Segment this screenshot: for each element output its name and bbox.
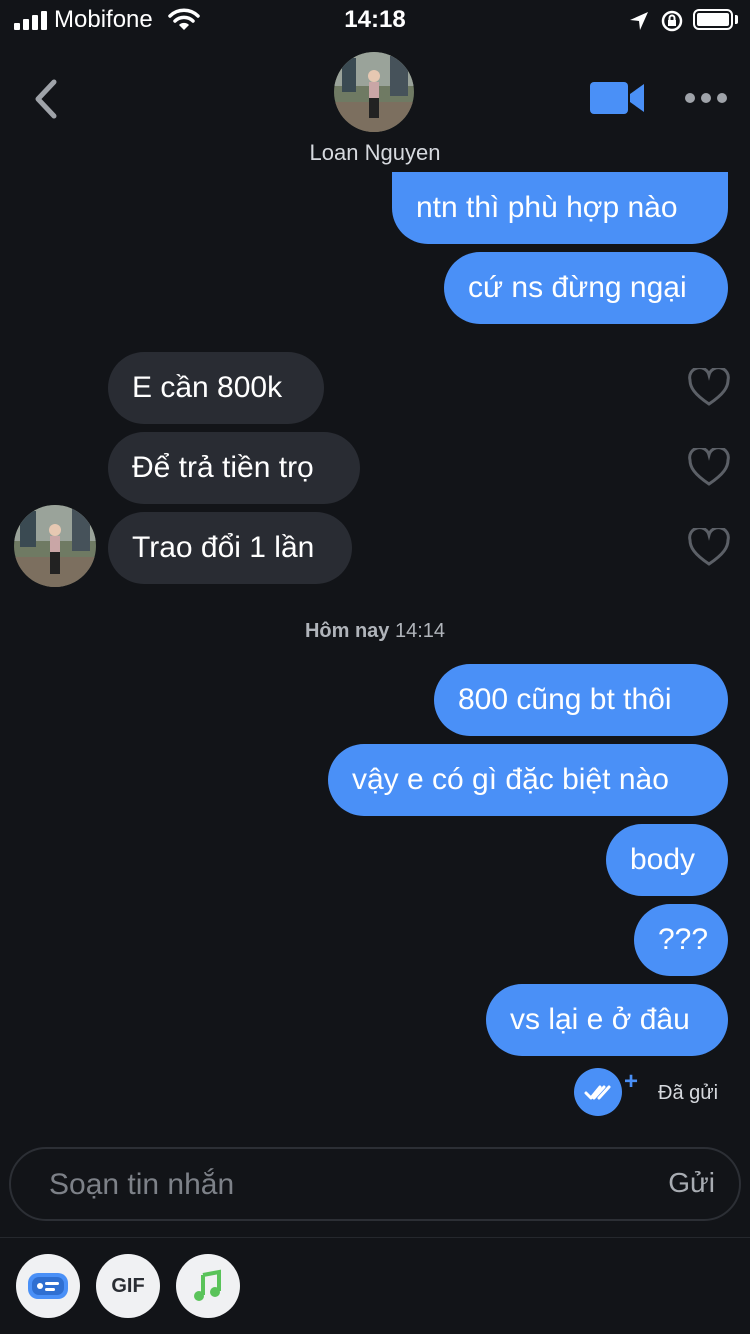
incoming-message[interactable]: Trao đổi 1 lần <box>108 512 352 584</box>
plus-icon: + <box>624 1068 639 1095</box>
contact-avatar-small[interactable] <box>14 505 96 587</box>
toolbar-divider <box>0 1237 750 1238</box>
music-note-icon <box>194 1269 221 1301</box>
heart-icon[interactable] <box>688 368 730 408</box>
music-button[interactable] <box>176 1254 240 1318</box>
outgoing-message[interactable]: 800 cũng bt thôi <box>434 664 728 736</box>
sent-status: Đã gửi <box>658 1082 719 1104</box>
divider-time: 14:14 <box>394 620 446 642</box>
location-arrow-icon <box>630 12 648 30</box>
contact-name[interactable]: Loan Nguyen <box>0 140 750 166</box>
contact-avatar[interactable] <box>334 52 414 132</box>
rotation-lock-icon <box>661 10 683 32</box>
divider-day: Hôm nay <box>304 620 390 642</box>
send-button[interactable]: Gửi <box>668 1167 715 1199</box>
back-chevron-icon[interactable] <box>28 76 68 122</box>
incoming-message[interactable]: Để trả tiền trọ <box>108 432 360 504</box>
outgoing-message[interactable]: ntn thì phù hợp nào <box>392 172 728 244</box>
card-button[interactable] <box>16 1254 80 1318</box>
outgoing-message[interactable]: ??? <box>634 904 728 976</box>
message-input[interactable] <box>47 1149 611 1221</box>
battery-icon <box>693 9 733 30</box>
heart-icon[interactable] <box>688 448 730 488</box>
message-composer: Gửi <box>9 1147 741 1221</box>
gif-button[interactable]: GIF <box>96 1254 160 1318</box>
gif-label: GIF <box>111 1274 145 1297</box>
battery-tip <box>735 15 738 24</box>
incoming-message[interactable]: E cần 800k <box>108 352 324 424</box>
outgoing-message[interactable]: vậy e có gì đặc biệt nào <box>328 744 728 816</box>
more-options-icon[interactable] <box>684 90 728 106</box>
status-bar: Mobifone 14:18 <box>0 0 750 40</box>
card-icon <box>28 1273 68 1299</box>
outgoing-message[interactable]: cứ ns đừng ngại <box>444 252 728 324</box>
outgoing-message[interactable]: body <box>606 824 728 896</box>
double-check-icon <box>574 1068 622 1116</box>
date-divider: Hôm nay 14:14 <box>0 620 750 643</box>
outgoing-message[interactable]: vs lại e ở đâu <box>486 984 728 1056</box>
heart-icon[interactable] <box>688 528 730 568</box>
video-call-icon[interactable] <box>590 80 646 116</box>
